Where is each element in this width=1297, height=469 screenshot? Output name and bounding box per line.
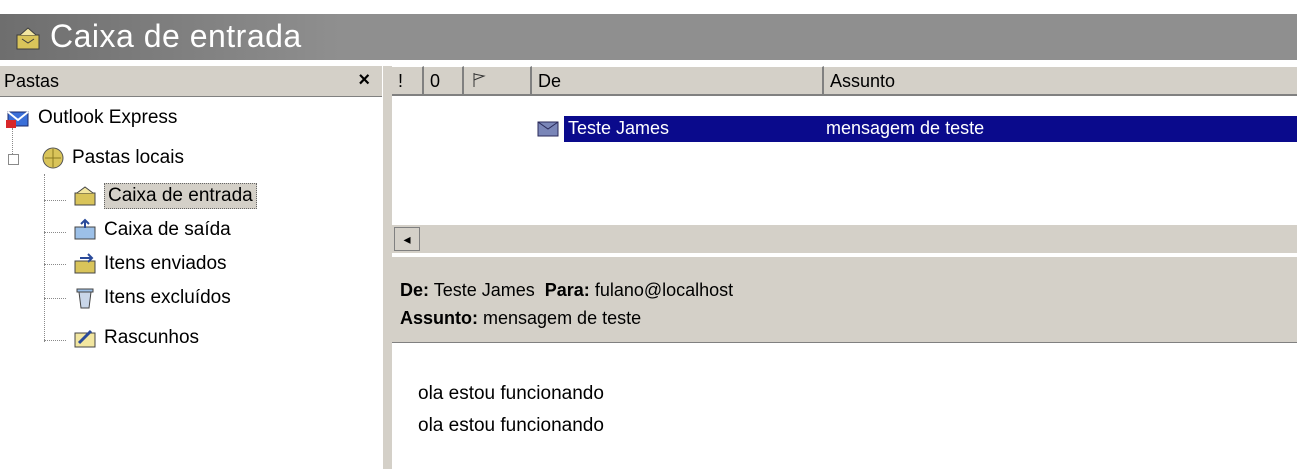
body-line: ola estou funcionando <box>418 383 604 404</box>
preview-subject-label: Assunto: <box>400 308 478 328</box>
local-folders-icon <box>42 147 64 169</box>
tree-item-inbox[interactable]: Caixa de entrada <box>72 182 257 210</box>
scroll-left-icon[interactable]: ◂ <box>394 227 420 251</box>
tree-item-sent-items[interactable]: Itens enviados <box>72 250 227 278</box>
tree-item-label: Outlook Express <box>38 107 178 128</box>
tree-line <box>44 200 66 201</box>
preview-to-label: Para: <box>544 280 590 300</box>
message-list: ! 0 De Assunto Teste James mensagem de t… <box>392 66 1297 256</box>
folders-header-label: Pastas <box>4 71 60 91</box>
tree-line <box>44 232 66 233</box>
preview-body[interactable]: ola estou funcionando ola estou funciona… <box>392 343 1297 469</box>
tree-item-label: Rascunhos <box>104 327 200 348</box>
message-row[interactable]: Teste James mensagem de teste <box>564 116 1297 142</box>
deleted-items-icon <box>76 288 94 309</box>
inbox-icon <box>16 27 40 50</box>
preview-from-label: De: <box>400 280 430 300</box>
preview-from: Teste James <box>433 280 535 300</box>
flag-icon <box>473 73 486 87</box>
tree-line <box>44 340 66 341</box>
tree-item-deleted-items[interactable]: Itens excluídos <box>72 284 231 312</box>
drafts-icon <box>74 329 96 348</box>
folders-header: Pastas × <box>0 66 382 97</box>
tree-line <box>44 264 66 265</box>
tree-expand-toggle[interactable] <box>8 154 19 165</box>
sent-items-icon <box>74 253 96 274</box>
message-from: Teste James <box>568 118 670 138</box>
outbox-icon <box>74 218 96 240</box>
preview-subject: mensagem de teste <box>483 308 642 328</box>
tree-item-label: Caixa de entrada <box>104 183 257 209</box>
outlook-express-icon <box>6 111 29 128</box>
tree-item-outlook-express[interactable]: Outlook Express <box>6 104 177 132</box>
horizontal-scrollbar[interactable]: ◂ <box>392 224 1297 253</box>
tree-item-drafts[interactable]: Rascunhos <box>72 324 199 352</box>
close-icon[interactable]: × <box>358 69 370 92</box>
column-from[interactable]: De <box>532 66 824 96</box>
tree-item-label: Pastas locais <box>72 147 184 168</box>
message-subject: mensagem de teste <box>826 118 985 138</box>
envelope-icon <box>537 121 559 137</box>
folders-pane: Pastas × Outlook Express Pastas locais C… <box>0 66 382 469</box>
window-title: Caixa de entrada <box>50 18 302 54</box>
tree-item-label: Caixa de saída <box>104 219 231 240</box>
tree-item-local-folders[interactable]: Pastas locais <box>40 144 184 172</box>
column-priority[interactable]: ! <box>392 66 424 96</box>
tree-item-label: Itens enviados <box>104 253 227 274</box>
preview-header: De: Teste James Para: fulano@localhost A… <box>392 268 1297 343</box>
column-subject[interactable]: Assunto <box>824 66 1297 96</box>
body-line: ola estou funcionando <box>418 415 604 436</box>
tree-line <box>44 298 66 299</box>
tree-item-outbox[interactable]: Caixa de saída <box>72 216 231 244</box>
column-flag[interactable] <box>464 66 532 96</box>
tree-item-label: Itens excluídos <box>104 287 231 308</box>
preview-subject-line: Assunto: mensagem de teste <box>400 308 641 329</box>
column-attachment[interactable]: 0 <box>424 66 464 96</box>
preview-to: fulano@localhost <box>594 280 734 300</box>
preview-from-line: De: Teste James Para: fulano@localhost <box>400 280 733 301</box>
inbox-icon <box>74 186 96 206</box>
